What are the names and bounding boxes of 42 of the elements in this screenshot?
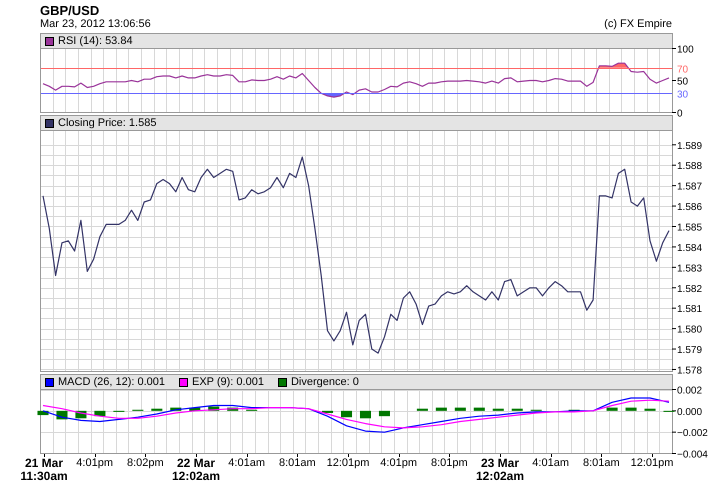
axis-tick-label: 50: [677, 76, 688, 88]
axis-tick-label: 0.002: [677, 386, 702, 396]
axis-tick-label: 1.587: [677, 182, 702, 193]
axis-tick-label: 1.585: [677, 222, 702, 234]
axis-date-label: 23 Mar 12:02am: [476, 457, 524, 483]
axis-tick-label: −0.002: [677, 428, 708, 440]
axis-tick-label: 1.581: [677, 304, 702, 316]
axis-tick-label: 1.589: [677, 140, 702, 152]
legend-label: MACD (26, 12): 0.001: [58, 376, 165, 388]
axis-time-label: 8:02pm: [126, 457, 164, 470]
axis-tick-label: 1.580: [677, 324, 702, 336]
axis-time-label: 12:01pm: [326, 457, 370, 470]
timestamp: Mar 23, 2012 13:06:56: [40, 18, 151, 31]
axis-time-label: 4:01am: [532, 457, 569, 470]
axis-date-label: 21 Mar 11:30am: [20, 457, 68, 483]
axis-time-label: 4:01pm: [380, 457, 417, 470]
axis-tick-label: 0: [677, 108, 683, 120]
axis-time-label: 4:01am: [228, 457, 265, 470]
axis-tick-label: 1.586: [677, 202, 702, 214]
legend-label: Closing Price: 1.585: [58, 116, 156, 130]
axis-tick-label: 1.582: [677, 284, 702, 295]
axis-tick-label: 0.000: [677, 406, 702, 418]
reference-label: 70: [677, 64, 688, 76]
axis-tick-label: 1.578: [677, 365, 702, 376]
axis-tick-label: 1.588: [677, 161, 702, 172]
axis-tick-label: 100: [677, 44, 694, 56]
axis-time-label: 8:01am: [278, 457, 316, 470]
axis-date-label: 22 Mar 12:02am: [172, 457, 220, 483]
axis-time-label: 8:01am: [582, 457, 620, 470]
axis-tick-label: −0.004: [677, 450, 708, 460]
axis-time-label: 8:01pm: [430, 457, 468, 470]
axis-tick-label: 1.579: [677, 345, 702, 356]
legend-label: Divergence: 0: [290, 376, 359, 388]
copyright-notice: (c) FX Empire: [604, 18, 672, 31]
axis-tick-label: 1.584: [677, 242, 702, 254]
chart-title: GBP/USD: [40, 3, 100, 18]
axis-time-label: 4:01pm: [76, 457, 113, 470]
axis-time-label: 12:01pm: [630, 457, 674, 470]
legend-label: RSI (14): 53.84: [58, 34, 133, 48]
legend-label: EXP (9): 0.001: [192, 376, 264, 388]
axis-tick-label: 1.583: [677, 263, 702, 274]
reference-label: 30: [677, 90, 688, 100]
